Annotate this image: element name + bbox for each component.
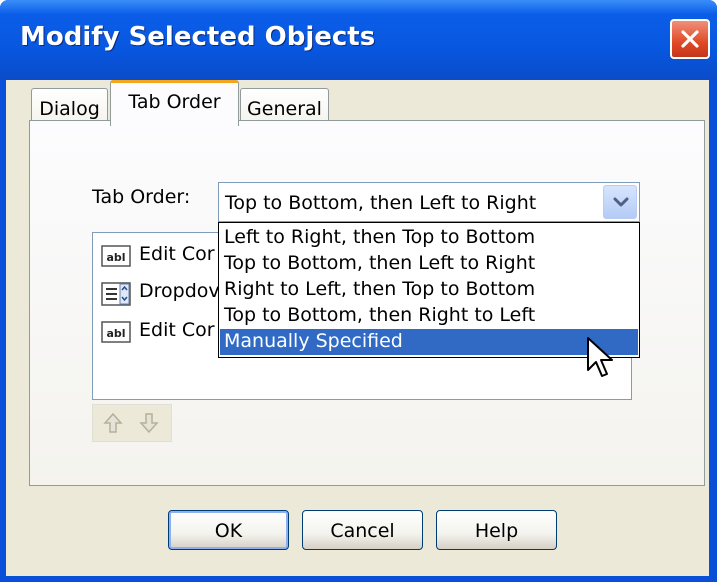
title-bar[interactable]: Modify Selected Objects	[0, 0, 717, 80]
cancel-button[interactable]: Cancel	[302, 510, 423, 550]
option-label: Right to Left, then Top to Bottom	[224, 278, 536, 300]
option-top-to-bottom-left-to-right[interactable]: Top to Bottom, then Left to Right	[220, 251, 638, 277]
move-down-button[interactable]	[137, 411, 161, 435]
dialog-window: Modify Selected Objects Dialog Tab Order…	[0, 0, 717, 582]
move-up-arrow-icon	[103, 412, 123, 433]
ok-button-label: OK	[214, 520, 243, 542]
option-label: Top to Bottom, then Left to Right	[224, 252, 536, 274]
dropdown-control-icon	[101, 282, 131, 306]
option-left-to-right-top-to-bottom[interactable]: Left to Right, then Top to Bottom	[220, 225, 638, 251]
tab-tab-order-label: Tab Order	[128, 91, 221, 113]
tab-order-options-list[interactable]: Left to Right, then Top to Bottom Top to…	[218, 222, 640, 358]
option-right-to-left-top-to-bottom[interactable]: Right to Left, then Top to Bottom	[220, 277, 638, 303]
close-button[interactable]	[670, 19, 710, 59]
dropdown-arrow-button[interactable]	[603, 185, 637, 219]
list-item-label: Edit Cor	[139, 319, 215, 341]
tab-order-label: Tab Order:	[92, 186, 191, 208]
edit-control-icon: abl	[101, 245, 131, 267]
tab-general-label: General	[247, 98, 322, 120]
move-buttons-toolbar	[92, 404, 172, 442]
list-item-label: Dropdov	[139, 280, 220, 302]
help-button-label: Help	[474, 520, 519, 542]
mouse-pointer-icon	[587, 337, 613, 377]
svg-text:abl: abl	[106, 327, 125, 340]
tab-dialog-label: Dialog	[39, 98, 100, 120]
option-top-to-bottom-right-to-left[interactable]: Top to Bottom, then Right to Left	[220, 303, 638, 329]
edit-control-icon: abl	[101, 321, 131, 343]
svg-text:abl: abl	[106, 251, 125, 264]
option-manually-specified[interactable]: Manually Specified	[220, 329, 638, 355]
close-icon	[681, 30, 699, 48]
dialog-client-area: Dialog Tab Order General Tab Order: Top …	[6, 80, 709, 576]
move-up-button[interactable]	[101, 411, 125, 435]
option-label: Top to Bottom, then Right to Left	[224, 304, 536, 326]
help-button[interactable]: Help	[436, 510, 557, 550]
cancel-button-label: Cancel	[330, 520, 395, 542]
option-label: Left to Right, then Top to Bottom	[224, 226, 536, 248]
ok-button[interactable]: OK	[168, 510, 289, 550]
chevron-down-icon	[613, 197, 629, 207]
list-item-label: Edit Cor	[139, 243, 215, 265]
tab-order-selected-value: Top to Bottom, then Left to Right	[225, 192, 537, 214]
move-down-arrow-icon	[139, 413, 159, 434]
tab-order-dropdown[interactable]: Top to Bottom, then Left to Right	[218, 182, 640, 222]
window-title: Modify Selected Objects	[20, 22, 376, 52]
tab-tab-order[interactable]: Tab Order	[110, 80, 239, 126]
option-label: Manually Specified	[224, 330, 403, 352]
